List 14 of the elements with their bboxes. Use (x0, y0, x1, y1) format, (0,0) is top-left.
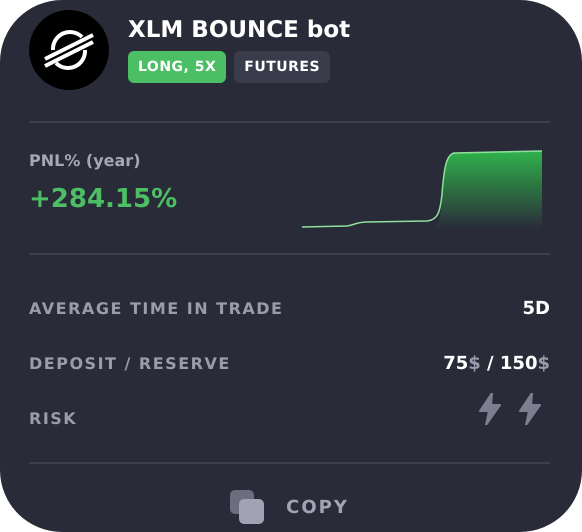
stat-label: RISK (29, 408, 78, 428)
copy-icon (230, 490, 264, 524)
stat-value: 5D (522, 298, 550, 318)
tag: FUTURES (234, 51, 330, 83)
pnl-value: +284.15% (29, 184, 178, 214)
stat-value: 75$ / 150$ (443, 352, 550, 374)
copy-button[interactable]: COPY (230, 490, 349, 524)
pnl-label: PNL% (year) (29, 150, 142, 170)
bot-title: XLM BOUNCE bot (128, 17, 350, 43)
lightning-icon (518, 393, 542, 425)
lightning-icon (478, 393, 502, 425)
tag: LONG, 5X (128, 51, 226, 83)
stat-label: AVERAGE TIME IN TRADE (29, 298, 284, 318)
stat-label: DEPOSIT / RESERVE (29, 354, 231, 372)
